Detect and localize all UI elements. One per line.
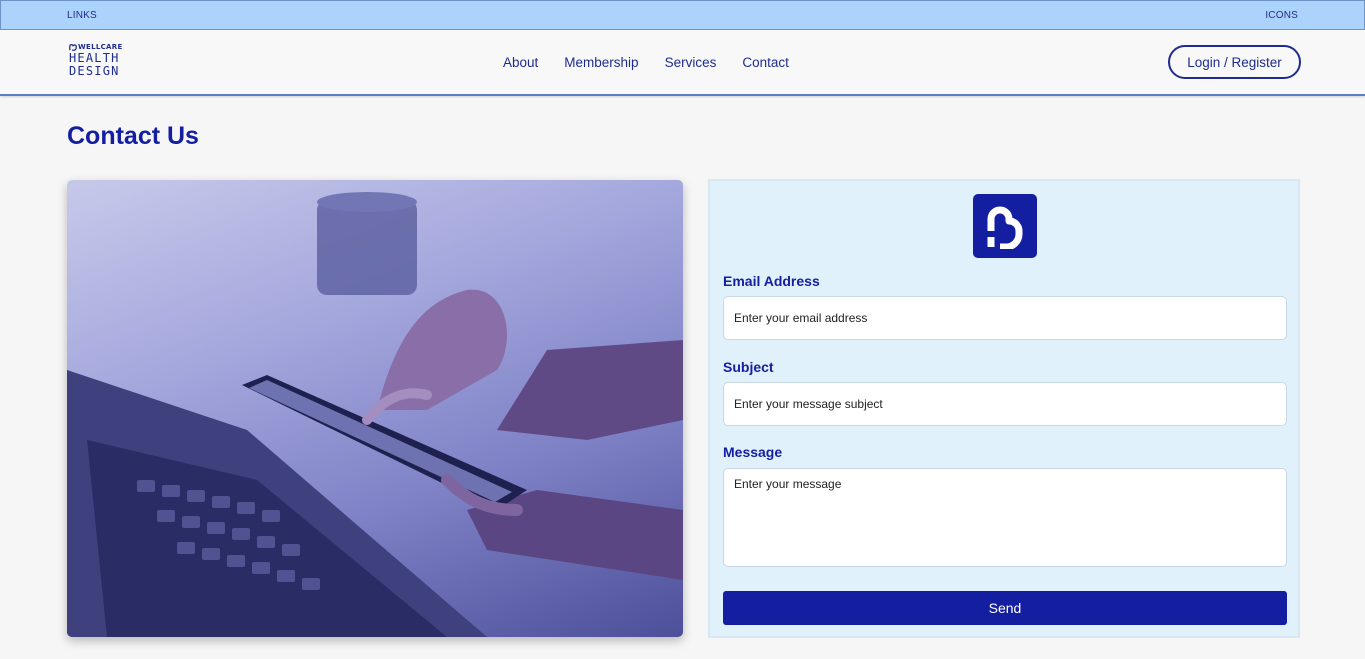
logo-line-1: WELLCARE (78, 42, 123, 51)
nav-about[interactable]: About (497, 51, 544, 74)
contact-form: Email Address Subject Message Send (708, 179, 1300, 638)
message-field[interactable] (723, 468, 1287, 567)
main-nav: About Membership Services Contact (490, 30, 802, 94)
email-field[interactable] (723, 296, 1287, 340)
page-title: Contact Us (67, 122, 199, 150)
site-header: WELLCARE HEALTH DESIGN About Membership … (0, 30, 1365, 96)
top-utility-bar: LINKS ICONS (0, 0, 1365, 30)
nav-services[interactable]: Services (659, 51, 723, 74)
wellcare-mark-icon (987, 206, 1023, 249)
nav-membership[interactable]: Membership (558, 51, 644, 74)
email-label: Email Address (723, 273, 820, 289)
message-label: Message (723, 444, 783, 460)
logo-line-3: DESIGN (69, 64, 120, 78)
icons-placeholder[interactable]: ICONS (1265, 10, 1298, 21)
nav-contact[interactable]: Contact (736, 51, 795, 74)
hands-phone-laptop-illustration (67, 192, 683, 637)
subject-label: Subject (723, 359, 774, 375)
wellcare-mark-icon (69, 44, 77, 51)
contact-hero-image (67, 180, 683, 637)
send-button[interactable]: Send (723, 591, 1287, 625)
login-register-button[interactable]: Login / Register (1168, 45, 1301, 79)
logo-line-2: HEALTH (69, 51, 120, 65)
brand-badge (973, 194, 1037, 258)
links-placeholder[interactable]: LINKS (67, 10, 97, 21)
subject-field[interactable] (723, 382, 1287, 426)
brand-logo[interactable]: WELLCARE HEALTH DESIGN (69, 43, 133, 81)
